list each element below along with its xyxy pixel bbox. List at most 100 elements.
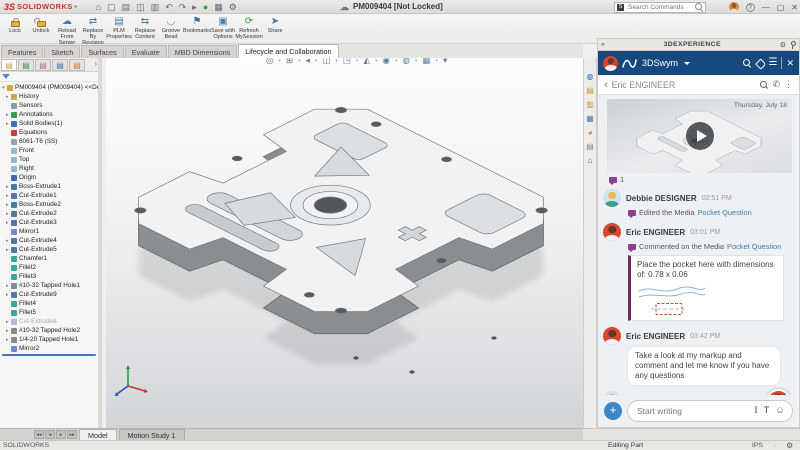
media-link[interactable]: Pocket Question [697, 208, 751, 217]
tree-item-6061-t6-ss[interactable]: 6061-T6 (SS) [0, 137, 98, 146]
toolbar-button-replace-content[interactable]: ⇆ Replace Content [132, 15, 158, 40]
tree-item-cut-extrude3[interactable]: ▸ Cut-Extrude3 [0, 218, 98, 227]
save-icon[interactable]: ◫ [136, 0, 145, 14]
back-icon[interactable]: ‹ [604, 79, 608, 91]
dimxpertmanager-tab[interactable]: ▤ [52, 58, 68, 71]
apply-scene-icon[interactable]: ▦ [422, 58, 430, 66]
featuremanager-tab[interactable]: ▤ [1, 58, 17, 71]
configurationmanager-tab[interactable]: ▤ [35, 58, 51, 71]
zoom-to-area-icon[interactable]: ⊞ [286, 58, 293, 66]
tree-item-boss-extrude1[interactable]: ▸ Boss-Extrude1 [0, 182, 98, 191]
tree-item-fillet3[interactable]: Fillet3 [0, 272, 98, 281]
conversation-search-icon[interactable] [760, 80, 768, 89]
tree-item-annotations[interactable]: ▸ Annotations [0, 110, 98, 119]
view-orientation-icon[interactable]: ◳ [343, 58, 351, 66]
toolbar-button-refresh-mysession[interactable]: ⟳ Refresh MySession [235, 15, 262, 40]
view-settings-icon[interactable]: ▾ [443, 58, 447, 66]
tree-item-solid-bodies-1[interactable]: ▸ Solid Bodies(1) [0, 119, 98, 128]
tree-item-fillet4[interactable]: Fillet4 [0, 299, 98, 308]
undo-icon[interactable]: ↶ [165, 0, 173, 14]
edit-appearance-icon[interactable]: ◍ [402, 58, 409, 66]
toolbar-button-share[interactable]: ➤ Share [262, 15, 288, 34]
add-attachment-button[interactable]: + [604, 402, 622, 420]
tree-item-fillet5[interactable]: Fillet5 [0, 308, 98, 317]
search-icon[interactable] [695, 3, 703, 11]
swym-close-icon[interactable]: ✕ [786, 51, 794, 75]
tree-item-sensors[interactable]: Sensors [0, 101, 98, 110]
tree-item-boss-extrude2[interactable]: ▸ Boss-Extrude2 [0, 200, 98, 209]
play-button[interactable] [685, 122, 714, 150]
tree-item-cut-extrude2[interactable]: ▸ Cut-Extrude2 [0, 209, 98, 218]
media-link[interactable]: Pocket Question [727, 242, 781, 251]
new-document-icon[interactable]: ▢ [107, 0, 116, 14]
tab-model[interactable]: Model [79, 428, 117, 441]
tab-sketch[interactable]: Sketch [44, 45, 81, 58]
tree-item-mirror2[interactable]: Mirror2 [0, 344, 98, 353]
tree-item-10-32-tapped-hole1[interactable]: ▸ #10-32 Tapped Hole1 [0, 281, 98, 290]
restore-icon[interactable]: ▢ [777, 3, 785, 12]
tree-item-cut-extrude4[interactable]: ▸ Cut-Extrude4 [0, 236, 98, 245]
video-comment-count[interactable]: 1 [609, 175, 794, 185]
more-options-icon[interactable]: ⋮ [784, 79, 793, 90]
toolbar-button-replace-by-revision[interactable]: ⇄ Replace By Revision [80, 15, 106, 46]
select-icon[interactable]: ▸ [192, 0, 197, 14]
toolbar-button-save-with-options[interactable]: ▣ Save with Options [210, 15, 236, 40]
task-pane-file-explorer-icon[interactable]: ▥ [586, 100, 594, 109]
toolbar-button-groove-bead[interactable]: ◡ Groove Bead [158, 15, 184, 40]
tab-surfaces[interactable]: Surfaces [81, 45, 124, 58]
help-icon[interactable]: ? [745, 2, 755, 12]
text-cursor-icon[interactable]: I [754, 406, 757, 416]
panel-options-icon[interactable]: ⚙ [780, 41, 786, 49]
section-view-icon[interactable]: ◫ [322, 58, 330, 66]
toolbar-button-unlock[interactable]: Unlock [28, 15, 54, 34]
text-format-icon[interactable]: T [763, 405, 769, 416]
emoji-icon[interactable]: ☺ [775, 405, 785, 416]
task-pane-design-library-icon[interactable]: ▤ [586, 86, 594, 95]
options-icon[interactable]: ⚙ [229, 0, 237, 14]
minimize-icon[interactable]: — [762, 3, 770, 12]
close-icon[interactable]: ✕ [791, 3, 798, 12]
tab-features[interactable]: Features [1, 45, 44, 58]
task-pane-custom-properties-icon[interactable]: ▤ [586, 142, 594, 151]
tree-item-front[interactable]: Front [0, 146, 98, 155]
command-search-input[interactable] [626, 2, 693, 12]
view-indicator-icon[interactable]: ● [203, 0, 208, 14]
redo-icon[interactable]: ↷ [179, 0, 187, 14]
tree-item-cut-extrude9[interactable]: ▸ Cut-Extrude9 [0, 290, 98, 299]
tag-icon[interactable] [755, 59, 764, 68]
part-model[interactable] [106, 70, 583, 428]
task-pane-home-icon[interactable]: ⌂ [588, 156, 593, 165]
status-gear-icon[interactable]: ⚙ [786, 441, 793, 450]
toolbar-button-bookmarks[interactable]: ⚑ Bookmarks [183, 15, 211, 34]
tab-lifecycle-and-collaboration[interactable]: Lifecycle and Collaboration [238, 44, 339, 58]
collapse-panel-icon[interactable]: « [601, 41, 605, 48]
propertymanager-tab[interactable]: ▤ [18, 58, 34, 71]
tree-item-fillet2[interactable]: Fillet2 [0, 263, 98, 272]
call-icon[interactable]: ✆ [772, 79, 780, 90]
swym-user-avatar[interactable] [603, 55, 618, 71]
open-icon[interactable]: ▤ [122, 0, 131, 14]
tree-item-cut-extrude8[interactable]: ▸ Cut-Extrude8 [0, 317, 98, 326]
command-search[interactable]: S [614, 1, 706, 13]
status-units[interactable]: IPS [752, 442, 763, 449]
home-icon[interactable]: ⌂ [96, 0, 101, 14]
toolbar-button-lock[interactable]: Lock [2, 15, 28, 34]
filter-icon[interactable] [2, 74, 10, 79]
tree-item-chamfer1[interactable]: Chamfer1 [0, 254, 98, 263]
toolbar-button-reload-from-server[interactable]: ☁ Reload From Server [54, 15, 80, 46]
tab-motion-study-1[interactable]: Motion Study 1 [118, 428, 185, 441]
display-style-icon[interactable]: ◭ [363, 58, 370, 66]
swym-app-name[interactable]: 3DSwym [642, 58, 678, 68]
tree-item-equations[interactable]: Equations [0, 128, 98, 137]
tree-item-top[interactable]: Top [0, 155, 98, 164]
tree-item-right[interactable]: Right [0, 164, 98, 173]
tree-item-1-4-20-tapped-hole1[interactable]: ▸ 1/4-20 Tapped Hole1 [0, 335, 98, 344]
tree-item-origin[interactable]: Origin [0, 173, 98, 182]
task-pane-3dexperience-icon[interactable]: ◍ [587, 72, 594, 81]
pin-icon[interactable] [789, 41, 796, 49]
tree-item-root[interactable]: ▾PM009404 (PM009404) <<Default>_Phot [0, 83, 98, 92]
rollback-bar[interactable] [2, 354, 96, 356]
tree-item-mirror1[interactable]: Mirror1 [0, 227, 98, 236]
task-pane-appearances-scenes-icon[interactable]: ◕ [588, 128, 593, 137]
more-tabs-icon[interactable]: › [95, 61, 97, 68]
